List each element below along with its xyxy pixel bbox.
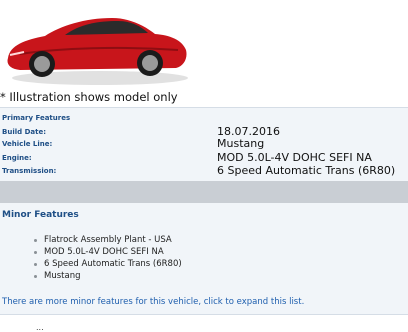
engine-row: Engine: MOD 5.0L-4V DOHC SEFI NA bbox=[2, 151, 402, 165]
car-illustration bbox=[0, 0, 200, 90]
bottom-divider bbox=[0, 314, 408, 315]
transmission-value: 6 Speed Automatic Trans (6R80) bbox=[217, 164, 396, 177]
minor-features-list: Flatrock Assembly Plant - USA MOD 5.0L-4… bbox=[34, 234, 182, 282]
list-item-text: 6 Speed Automatic Trans (6R80) bbox=[44, 259, 182, 269]
partial-text: ... bbox=[36, 323, 44, 332]
list-item-text: Flatrock Assembly Plant - USA bbox=[44, 235, 172, 245]
vehicle-line-label: Vehicle Line: bbox=[2, 140, 53, 148]
primary-features-title: Primary Features bbox=[2, 114, 71, 122]
list-item: Mustang bbox=[34, 270, 182, 282]
transmission-row: Transmission: 6 Speed Automatic Trans (6… bbox=[2, 164, 402, 178]
illustration-caption: * Illustration shows model only bbox=[0, 90, 178, 104]
vehicle-line-value: Mustang bbox=[217, 137, 265, 150]
primary-features-panel: Primary Features Build Date: 18.07.2016 … bbox=[0, 107, 408, 182]
transmission-label: Transmission: bbox=[2, 167, 57, 175]
expand-minor-features-link[interactable]: There are more minor features for this v… bbox=[2, 297, 304, 307]
bullet-icon bbox=[34, 263, 37, 266]
list-item: 6 Speed Automatic Trans (6R80) bbox=[34, 258, 182, 270]
minor-features-panel: Minor Features Flatrock Assembly Plant -… bbox=[0, 203, 408, 314]
minor-features-title: Minor Features bbox=[2, 210, 79, 220]
list-item: Flatrock Assembly Plant - USA bbox=[34, 234, 182, 246]
bullet-icon bbox=[34, 251, 37, 254]
build-date-label: Build Date: bbox=[2, 128, 46, 136]
vehicle-line-row: Vehicle Line: Mustang bbox=[2, 137, 402, 151]
list-item-text: MOD 5.0L-4V DOHC SEFI NA bbox=[44, 247, 164, 257]
list-item: MOD 5.0L-4V DOHC SEFI NA bbox=[34, 246, 182, 258]
list-item-text: Mustang bbox=[44, 271, 81, 281]
bullet-icon bbox=[34, 275, 37, 278]
engine-label: Engine: bbox=[2, 154, 32, 162]
engine-value: MOD 5.0L-4V DOHC SEFI NA bbox=[217, 151, 372, 164]
section-divider-band bbox=[0, 181, 408, 203]
bullet-icon bbox=[34, 239, 37, 242]
